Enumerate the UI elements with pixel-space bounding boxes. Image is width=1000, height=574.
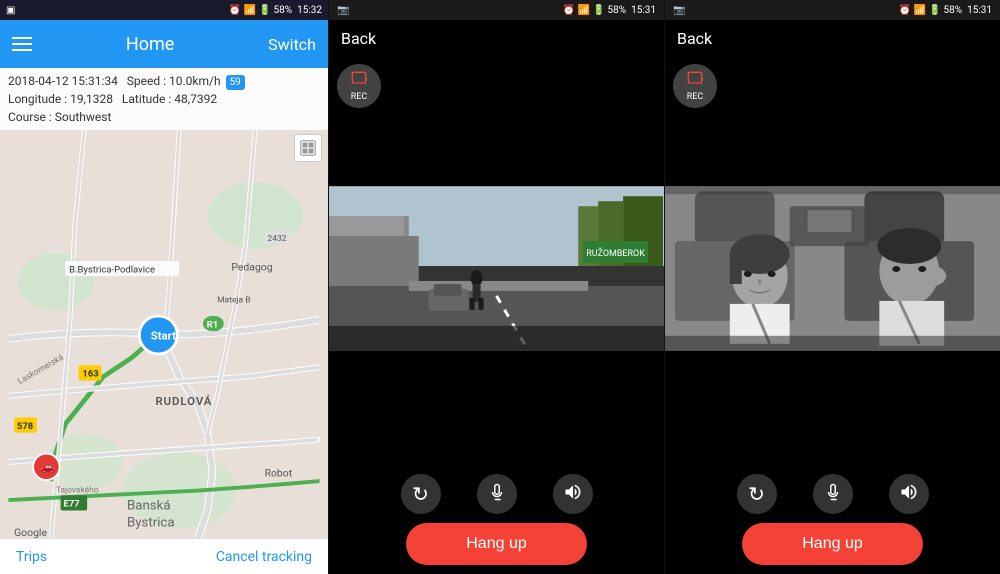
cam2-controls: ↻ (665, 468, 1000, 520)
longitude-label: Longitude : (8, 92, 67, 106)
cam1-status-bar: 📷 ⏰ 📶 🔋 58% 15:31 (329, 0, 664, 20)
svg-text:B.Bystrica-Podlavice: B.Bystrica-Podlavice (69, 264, 155, 275)
svg-text:Google: Google (14, 526, 47, 538)
speed-badge: 59 (226, 75, 245, 90)
cam2-mic-icon (824, 482, 842, 507)
speed-label: Speed : (127, 74, 166, 88)
svg-text:Banská: Banská (127, 499, 171, 514)
svg-text:RUŽOMBEROK: RUŽOMBEROK (586, 247, 645, 259)
svg-text:Robot: Robot (265, 466, 293, 479)
trips-link[interactable]: Trips (16, 549, 47, 565)
cam2-speaker-button[interactable] (889, 474, 929, 514)
cam2-rec-label: REC (687, 92, 704, 102)
cam2-rec-button[interactable]: REC (673, 64, 717, 108)
svg-text:163: 163 (82, 369, 98, 380)
map-panel: ▣ ⏰ 📶 🔋 58% 15:32 Home Switch 2018-04-12… (0, 0, 328, 574)
cam2-black-bottom (665, 351, 1000, 468)
map-layer-button[interactable] (294, 134, 322, 162)
cam1-video-area: RUŽOMBEROK (329, 186, 664, 351)
longitude-value: 19,1328 (70, 92, 113, 106)
cam2-status-right: ⏰ 📶 🔋 58% 15:31 (899, 5, 992, 16)
cam2-back-button[interactable]: Back (677, 29, 712, 48)
switch-button[interactable]: Switch (268, 35, 316, 54)
status-right-icons: ⏰ 📶 🔋 58% 15:32 (229, 5, 322, 16)
camera-panel-2: 📷 ⏰ 📶 🔋 58% 15:31 Back REC (664, 0, 1000, 574)
course-label: Course : (8, 110, 52, 124)
bottom-bar-map: Trips Cancel tracking (0, 538, 328, 574)
cam2-time: 15:31 (967, 5, 992, 16)
cam1-speaker-button[interactable] (553, 474, 593, 514)
latitude-label: Latitude : (122, 92, 171, 106)
cam1-hang-up-bar: Hang up (329, 520, 664, 574)
cam1-rotate-button[interactable]: ↻ (401, 474, 441, 514)
status-time: 15:32 (297, 5, 322, 16)
course-value: Southwest (55, 110, 112, 124)
cam1-time: 15:31 (631, 5, 656, 16)
svg-text:Tajovského: Tajovského (56, 485, 99, 495)
cam1-rec-icon (351, 71, 367, 91)
camera-panel-1: 📷 ⏰ 📶 🔋 58% 15:31 Back REC (328, 0, 664, 574)
cam2-rotate-icon: ↻ (748, 482, 765, 506)
svg-text:578: 578 (17, 421, 33, 432)
top-bar-map: Home Switch (0, 20, 328, 68)
map-area[interactable]: B.Bystrica-Podlavice Pedagog RUDLOVÁ Ban… (0, 130, 328, 538)
cam1-hang-up-button[interactable]: Hang up (406, 523, 587, 565)
cancel-tracking-link[interactable]: Cancel tracking (216, 549, 312, 565)
cam1-rec-button[interactable]: REC (337, 64, 381, 108)
cam1-controls: ↻ (329, 468, 664, 520)
cam1-top-bar: Back (329, 20, 664, 56)
cam2-rotate-button[interactable]: ↻ (737, 474, 777, 514)
status-bar-map: ▣ ⏰ 📶 🔋 58% 15:32 (0, 0, 328, 20)
svg-text:2432: 2432 (267, 234, 286, 244)
svg-text:🚗: 🚗 (41, 460, 55, 474)
cam1-camera-icon: 📷 (337, 5, 349, 16)
svg-text:RUDLOVÁ: RUDLOVÁ (155, 394, 212, 408)
svg-text:E77: E77 (63, 499, 80, 510)
menu-button[interactable] (12, 37, 32, 51)
cam1-rotate-icon: ↻ (412, 482, 429, 506)
status-left-icon: ▣ (6, 5, 15, 16)
svg-text:Mateja B: Mateja B (217, 296, 250, 306)
cam2-top-bar: Back (665, 20, 1000, 56)
cam1-back-button[interactable]: Back (341, 29, 376, 48)
svg-text:Start: Start (151, 329, 176, 343)
home-title: Home (126, 34, 174, 55)
cam1-speaker-icon (563, 482, 583, 507)
svg-text:Bystrica: Bystrica (127, 516, 175, 531)
cam1-mic-button[interactable] (477, 474, 517, 514)
cam1-black-top: REC (329, 56, 664, 186)
cam2-hang-up-button[interactable]: Hang up (742, 523, 923, 565)
cam2-speaker-icon (899, 482, 919, 507)
cam2-rec-icon (687, 71, 703, 91)
cam2-black-top: REC (665, 56, 1000, 186)
datetime: 2018-04-12 15:31:34 (8, 74, 118, 88)
latitude-value: 48,7392 (174, 92, 217, 106)
cam1-rec-label: REC (351, 92, 368, 102)
cam2-video-area (665, 186, 1000, 351)
cam1-status-right: ⏰ 📶 🔋 58% 15:31 (563, 5, 656, 16)
svg-text:R1: R1 (207, 319, 219, 330)
cam2-mic-button[interactable] (813, 474, 853, 514)
cam1-black-bottom (329, 351, 664, 468)
cam2-hang-up-bar: Hang up (665, 520, 1000, 574)
cam2-status-bar: 📷 ⏰ 📶 🔋 58% 15:31 (665, 0, 1000, 20)
cam1-mic-icon (488, 482, 506, 507)
cam2-camera-icon: 📷 (673, 5, 685, 16)
speed-value: 10.0km/h (169, 74, 221, 88)
svg-text:Pedagog: Pedagog (231, 260, 272, 273)
info-bar: 2018-04-12 15:31:34 Speed : 10.0km/h 59 … (0, 68, 328, 130)
